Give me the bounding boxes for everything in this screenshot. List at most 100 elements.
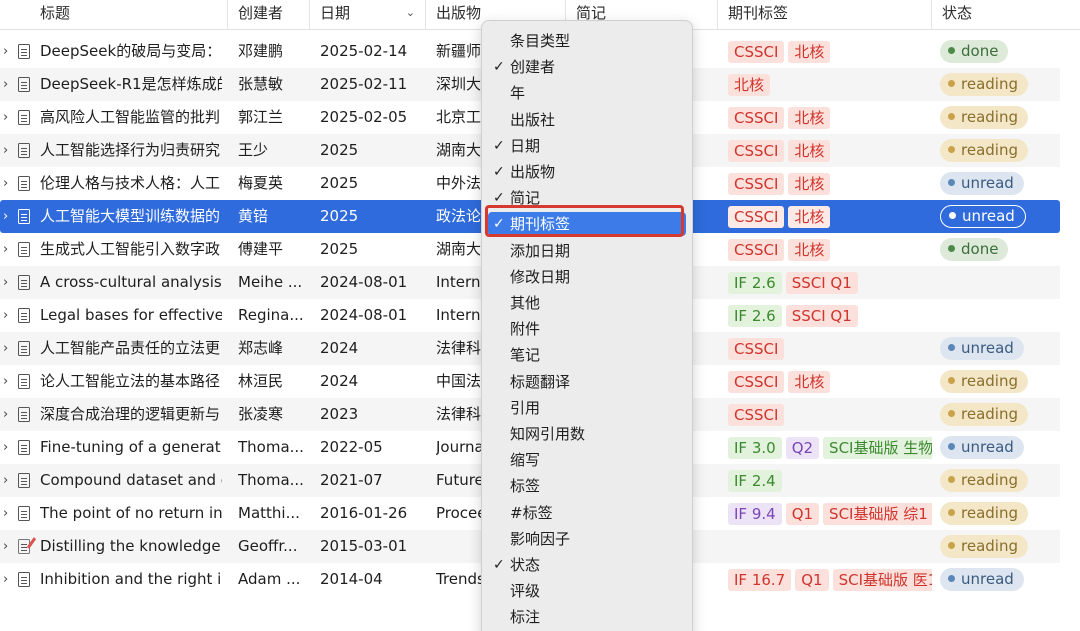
- expand-chevron-icon[interactable]: ›: [3, 365, 13, 398]
- document-icon: [18, 440, 30, 455]
- creator-cell: Meihe ...: [238, 273, 303, 291]
- menu-item[interactable]: 出版社: [488, 108, 686, 132]
- menu-item-label: 标注: [510, 608, 541, 627]
- menu-item[interactable]: 其他: [488, 291, 686, 315]
- menu-item[interactable]: 笔记: [488, 343, 686, 367]
- column-header-title[interactable]: 标题: [30, 0, 228, 30]
- creator-cell: 梅夏英: [238, 174, 284, 192]
- document-icon: [18, 506, 30, 521]
- journal-tag: CSSCI: [728, 139, 785, 162]
- status-badge[interactable]: reading: [940, 535, 1028, 558]
- status-badge[interactable]: reading: [940, 502, 1028, 525]
- expand-chevron-icon[interactable]: ›: [3, 497, 13, 530]
- menu-item[interactable]: 知网引用数: [488, 422, 686, 446]
- menu-item[interactable]: 引用: [488, 396, 686, 420]
- expand-chevron-icon[interactable]: ›: [3, 431, 13, 464]
- status-dot-icon: [948, 542, 955, 549]
- journal-tag: SCI基础版 综1: [823, 502, 932, 525]
- status-cell: done: [940, 233, 1058, 266]
- status-badge[interactable]: unread: [940, 172, 1024, 195]
- expand-chevron-icon[interactable]: ›: [3, 266, 13, 299]
- status-label: unread: [961, 339, 1014, 357]
- highlight-annotation-box: [485, 205, 684, 237]
- menu-item[interactable]: 添加日期: [488, 239, 686, 263]
- journal-tag: 北核: [788, 238, 831, 261]
- status-badge[interactable]: reading: [940, 370, 1028, 393]
- journal-tags-cell: CSSCI 北核: [728, 101, 932, 134]
- column-header-date[interactable]: 日期 ⌄: [310, 0, 426, 30]
- menu-item[interactable]: 附件: [488, 317, 686, 341]
- column-header-journal-tags[interactable]: 期刊标签: [718, 0, 932, 30]
- menu-item[interactable]: 缩写: [488, 448, 686, 472]
- expand-chevron-icon[interactable]: ›: [3, 332, 13, 365]
- journal-tags-cell: CSSCI 北核: [728, 35, 932, 68]
- document-icon: [18, 572, 30, 587]
- menu-item[interactable]: ✓ 状态: [488, 553, 686, 577]
- status-badge[interactable]: unread: [940, 337, 1024, 360]
- date-cell: 2025: [320, 141, 359, 159]
- column-header-creator[interactable]: 创建者: [228, 0, 310, 30]
- sort-chevron-icon[interactable]: ⌄: [406, 0, 415, 26]
- creator-cell: 邓建鹏: [238, 42, 284, 60]
- menu-item[interactable]: 修改日期: [488, 265, 686, 289]
- expand-chevron-icon[interactable]: ›: [3, 233, 13, 266]
- status-cell: done: [940, 35, 1058, 68]
- expand-chevron-icon[interactable]: ›: [3, 563, 13, 596]
- status-badge[interactable]: done: [940, 238, 1009, 261]
- expand-chevron-icon[interactable]: ›: [3, 200, 13, 233]
- status-dot-icon: [948, 476, 955, 483]
- status-badge[interactable]: reading: [940, 139, 1028, 162]
- status-cell: unread: [940, 200, 1058, 233]
- expand-chevron-icon[interactable]: ›: [3, 299, 13, 332]
- status-label: reading: [961, 108, 1018, 126]
- column-header-status[interactable]: 状态: [932, 0, 1080, 30]
- title-cell: Fine-tuning of a generati: [40, 438, 222, 456]
- journal-tag: CSSCI: [728, 40, 785, 63]
- expand-chevron-icon[interactable]: ›: [3, 530, 13, 563]
- checkmark-icon: ✓: [493, 59, 505, 76]
- menu-item[interactable]: 条目类型: [488, 29, 686, 53]
- document-icon: [18, 176, 30, 191]
- journal-tags-cell: CSSCI 北核: [728, 365, 932, 398]
- menu-item[interactable]: 标题翻译: [488, 370, 686, 394]
- menu-item[interactable]: 标注: [488, 605, 686, 629]
- column-picker-menu: 条目类型 ✓ 创建者年出版社 ✓ 日期 ✓ 出版物 ✓ 简记 ✓ 期刊标签 添加日期 修改日期 其他 附件笔…: [481, 20, 693, 631]
- menu-item[interactable]: 影响因子: [488, 527, 686, 551]
- status-badge[interactable]: reading: [940, 106, 1028, 129]
- menu-item[interactable]: 评级: [488, 579, 686, 603]
- menu-item[interactable]: ✓ 出版物: [488, 160, 686, 184]
- journal-tags-cell: CSSCI 北核: [728, 200, 932, 233]
- menu-item[interactable]: 年: [488, 81, 686, 105]
- expand-chevron-icon[interactable]: ›: [3, 398, 13, 431]
- creator-cell: 张慧敏: [238, 75, 284, 93]
- status-badge[interactable]: reading: [940, 73, 1028, 96]
- expand-chevron-icon[interactable]: ›: [3, 68, 13, 101]
- status-badge[interactable]: unread: [940, 568, 1024, 591]
- title-cell: Legal bases for effective: [40, 306, 222, 324]
- status-badge[interactable]: done: [940, 40, 1009, 63]
- menu-item[interactable]: 标签: [488, 474, 686, 498]
- status-badge[interactable]: unread: [940, 205, 1026, 228]
- document-icon: [18, 308, 30, 323]
- status-badge[interactable]: reading: [940, 469, 1028, 492]
- status-dot-icon: [948, 377, 955, 384]
- expand-chevron-icon[interactable]: ›: [3, 464, 13, 497]
- menu-item[interactable]: ✓ 日期: [488, 134, 686, 158]
- expand-chevron-icon[interactable]: ›: [3, 134, 13, 167]
- menu-item[interactable]: ✓ 创建者: [488, 55, 686, 79]
- document-icon: [18, 77, 30, 92]
- status-badge[interactable]: reading: [940, 403, 1028, 426]
- document-icon: [18, 209, 30, 224]
- title-cell: A cross-cultural analysis: [40, 273, 222, 291]
- expand-chevron-icon[interactable]: ›: [3, 35, 13, 68]
- status-cell: unread: [940, 167, 1058, 200]
- expand-chevron-icon[interactable]: ›: [3, 101, 13, 134]
- journal-tag: 北核: [788, 139, 831, 162]
- document-icon: [18, 242, 30, 257]
- status-badge[interactable]: unread: [940, 436, 1024, 459]
- menu-item[interactable]: #标签: [488, 501, 686, 525]
- status-dot-icon: [949, 212, 956, 219]
- date-cell: 2025-02-14: [320, 42, 408, 60]
- status-cell: reading: [940, 365, 1058, 398]
- expand-chevron-icon[interactable]: ›: [3, 167, 13, 200]
